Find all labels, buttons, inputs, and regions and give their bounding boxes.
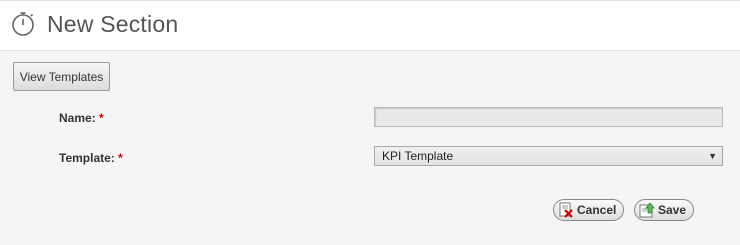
name-label-text: Name: bbox=[59, 111, 96, 125]
cancel-button-label: Cancel bbox=[577, 203, 617, 217]
template-select[interactable]: KPI Template ▼ bbox=[374, 146, 723, 166]
page-title: New Section bbox=[47, 11, 179, 37]
template-select-value: KPI Template bbox=[382, 149, 454, 163]
page-header: New Section bbox=[0, 0, 740, 51]
stopwatch-icon bbox=[12, 12, 34, 36]
name-label: Name: * bbox=[59, 111, 104, 125]
save-button-label: Save bbox=[658, 203, 687, 217]
template-label: Template: * bbox=[59, 151, 123, 165]
name-input[interactable] bbox=[374, 107, 723, 127]
required-marker: * bbox=[118, 151, 123, 165]
dropdown-arrow-icon[interactable]: ▼ bbox=[708, 147, 717, 165]
save-icon bbox=[639, 202, 655, 218]
template-label-text: Template: bbox=[59, 151, 115, 165]
view-templates-button[interactable]: View Templates bbox=[13, 62, 110, 91]
save-button[interactable]: Save bbox=[634, 199, 694, 221]
cancel-button[interactable]: Cancel bbox=[553, 199, 624, 221]
required-marker: * bbox=[99, 111, 104, 125]
cancel-icon bbox=[559, 202, 573, 218]
